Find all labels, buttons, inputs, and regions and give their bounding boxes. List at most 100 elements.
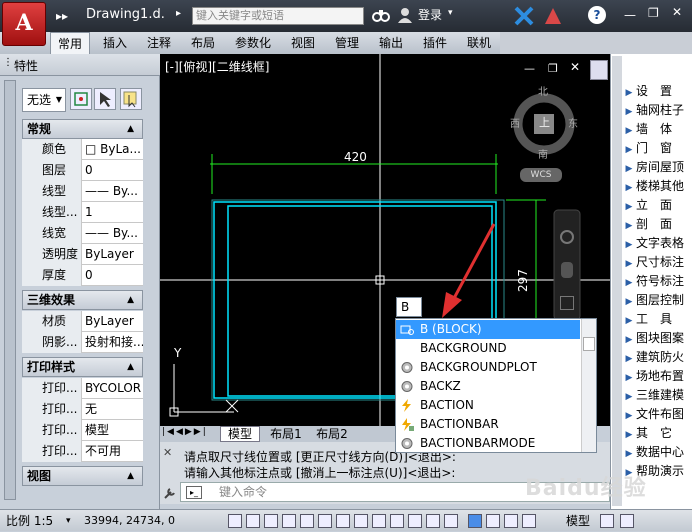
login-dropdown-icon[interactable]: ▾	[448, 8, 453, 18]
prop-row-layer[interactable]: 图层 0	[22, 160, 143, 181]
model-space-label[interactable]: 模型	[566, 510, 590, 532]
tool-palette-scrollbar[interactable]	[612, 56, 622, 506]
autocomplete-item[interactable]: BACKZ	[396, 377, 580, 396]
autocomplete-item[interactable]: BACKGROUND	[396, 339, 580, 358]
workspace-icon[interactable]	[504, 514, 518, 528]
prop-row-plot-style[interactable]: 打印... BYCOLOR	[22, 378, 143, 399]
tab-manage[interactable]: 管理	[328, 32, 366, 54]
autocomplete-item[interactable]: BACTION	[396, 396, 580, 415]
login-link[interactable]: 登录	[418, 0, 442, 30]
wrench-icon[interactable]	[163, 486, 177, 500]
prop-row-plot-attach[interactable]: 打印... 模型	[22, 420, 143, 441]
annotation-monitor-icon[interactable]	[486, 514, 500, 528]
prop-row-color[interactable]: 颜色 □ ByLa...	[22, 139, 143, 160]
tab-annotate[interactable]: 注释	[140, 32, 178, 54]
palette-item[interactable]: ▶ 图层控制	[622, 291, 692, 309]
tab-layout[interactable]: 布局	[184, 32, 222, 54]
palette-item[interactable]: ▶ 设 置	[622, 82, 692, 100]
prop-row-plot-type[interactable]: 打印... 不可用	[22, 441, 143, 462]
tab-output[interactable]: 输出	[372, 32, 410, 54]
autocomplete-scrollbar[interactable]	[581, 319, 596, 452]
minimize-button[interactable]: —	[624, 8, 636, 22]
palette-item[interactable]: ▶ 文字表格	[622, 234, 692, 252]
selection-cycling-icon[interactable]	[444, 514, 458, 528]
viewport-minimize-button[interactable]: —	[524, 62, 535, 75]
help-button[interactable]: ?	[588, 6, 606, 24]
palette-side-strip[interactable]	[4, 80, 16, 500]
palette-item[interactable]: ▶ 其 它	[622, 424, 692, 442]
tab-layout2[interactable]: 布局2	[310, 426, 354, 442]
palette-item[interactable]: ▶ 轴网柱子	[622, 101, 692, 119]
osnap-icon[interactable]	[300, 514, 314, 528]
select-objects-icon[interactable]	[94, 88, 116, 110]
palette-item[interactable]: ▶ 门 窗	[622, 139, 692, 157]
3d-osnap-icon[interactable]	[318, 514, 332, 528]
viewcube-north[interactable]: 北	[538, 83, 548, 98]
scale-dropdown-icon[interactable]: ▾	[66, 510, 71, 532]
binoculars-icon[interactable]	[372, 6, 390, 24]
viewport-close-button[interactable]: ✕	[570, 60, 580, 74]
restore-button[interactable]: ❐	[648, 6, 659, 20]
section-3d-effects[interactable]: 三维效果 ▲	[22, 290, 143, 310]
layout-nav-arrows[interactable]: |◀◀▶▶|	[162, 427, 208, 437]
steering-wheel-icon[interactable]	[560, 230, 574, 244]
tab-home[interactable]: 常用	[50, 32, 90, 54]
tab-view[interactable]: 视图	[284, 32, 322, 54]
palette-grip-icon[interactable]: ⋮	[3, 57, 13, 73]
dynamic-input-field[interactable]: B	[396, 297, 422, 317]
snap-icon[interactable]	[228, 514, 242, 528]
tab-model[interactable]: 模型	[220, 426, 260, 442]
polar-icon[interactable]	[282, 514, 296, 528]
palette-item[interactable]: ▶ 符号标注	[622, 272, 692, 290]
close-button[interactable]: ✕	[672, 5, 682, 19]
transparency-icon[interactable]	[408, 514, 422, 528]
viewcube-top-face[interactable]: 上	[539, 114, 550, 130]
viewcube-east[interactable]: 东	[568, 115, 578, 130]
palette-item[interactable]: ▶ 房间屋顶	[622, 158, 692, 176]
application-menu-button[interactable]: A	[2, 2, 46, 46]
palette-item[interactable]: ▶ 数据中心	[622, 443, 692, 461]
lock-icon[interactable]	[522, 514, 536, 528]
palette-item[interactable]: ▶ 图块图案	[622, 329, 692, 347]
palette-item[interactable]: ▶ 剖 面	[622, 215, 692, 233]
tab-insert[interactable]: 插入	[96, 32, 134, 54]
viewport-label[interactable]: [-][俯视][二维线框]	[165, 58, 269, 75]
prop-row-thickness[interactable]: 厚度 0	[22, 265, 143, 286]
cursor-coordinates[interactable]: 33994, 24734, 0	[84, 510, 175, 532]
tab-online[interactable]: 联机	[460, 32, 498, 54]
exchange-icon[interactable]	[514, 6, 534, 26]
quick-access-toolbar[interactable]: ▸▸	[56, 0, 68, 32]
grid-icon[interactable]	[246, 514, 260, 528]
autocomplete-item[interactable]: BACKGROUNDPLOT	[396, 358, 580, 377]
prop-row-plot-table[interactable]: 打印... 无	[22, 399, 143, 420]
wcs-menu[interactable]: WCS	[520, 168, 562, 182]
autocomplete-item[interactable]: BACTIONBARMODE	[396, 434, 580, 453]
prop-row-lineweight[interactable]: 线宽 —— By...	[22, 223, 143, 244]
palette-item[interactable]: ▶ 建筑防火	[622, 348, 692, 366]
section-view[interactable]: 视图 ▲	[22, 466, 143, 486]
a360-icon[interactable]	[543, 6, 563, 26]
autocomplete-item[interactable]: B (BLOCK)	[396, 320, 580, 339]
autocomplete-item[interactable]: BACTIONBAR	[396, 415, 580, 434]
prop-row-transparency[interactable]: 透明度 ByLayer	[22, 244, 143, 265]
section-plot-style[interactable]: 打印样式 ▲	[22, 357, 143, 377]
annotation-scale[interactable]: 比例 1:5	[6, 510, 53, 532]
palette-item[interactable]: ▶ 尺寸标注	[622, 253, 692, 271]
palette-item[interactable]: ▶ 墙 体	[622, 120, 692, 138]
grid-display-icon[interactable]	[468, 514, 482, 528]
ducs-icon[interactable]	[354, 514, 368, 528]
expand-title-icon[interactable]: ▸	[176, 8, 181, 19]
quick-props-icon[interactable]	[426, 514, 440, 528]
lineweight-icon[interactable]	[390, 514, 404, 528]
dyn-icon[interactable]	[372, 514, 386, 528]
lightbulb-icon[interactable]	[600, 514, 614, 528]
quick-select-icon[interactable]	[120, 88, 142, 110]
otrack-icon[interactable]	[336, 514, 350, 528]
prop-row-linetype[interactable]: 线型 —— By...	[22, 181, 143, 202]
command-prompt-icon[interactable]: ▸_	[186, 486, 202, 499]
palette-item[interactable]: ▶ 楼梯其他	[622, 177, 692, 195]
search-input[interactable]: 键入关键字或短语	[192, 7, 364, 25]
palette-item[interactable]: ▶ 三维建模	[622, 386, 692, 404]
viewcube-west[interactable]: 西	[510, 115, 520, 130]
zoom-icon[interactable]	[560, 296, 574, 310]
